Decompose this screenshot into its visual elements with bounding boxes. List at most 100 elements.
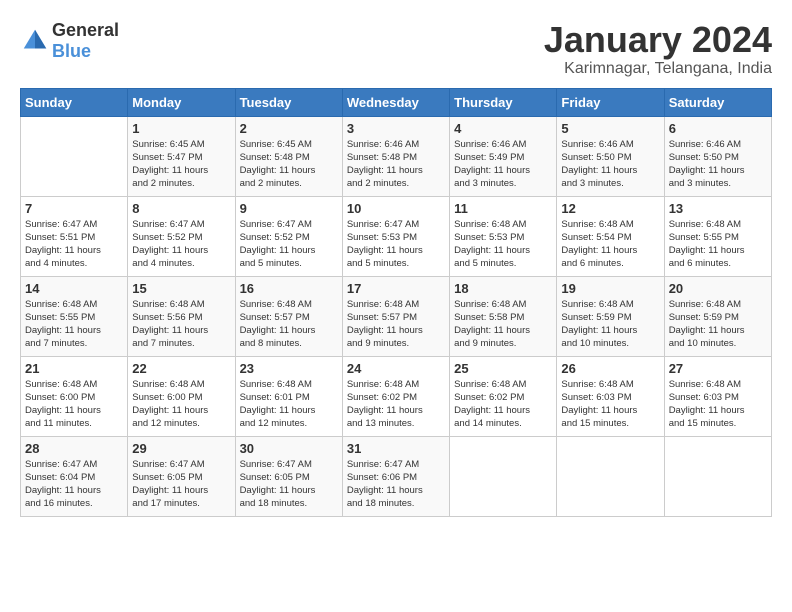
calendar-cell <box>450 436 557 516</box>
day-info: Sunrise: 6:48 AM Sunset: 5:55 PM Dayligh… <box>25 298 123 351</box>
day-number: 12 <box>561 201 659 216</box>
week-row-3: 14 Sunrise: 6:48 AM Sunset: 5:55 PM Dayli… <box>21 276 772 356</box>
day-number: 31 <box>347 441 445 456</box>
calendar-cell: 22 Sunrise: 6:48 AM Sunset: 6:00 PM Dayli… <box>128 356 235 436</box>
day-header-friday: Friday <box>557 88 664 116</box>
calendar-cell: 14 Sunrise: 6:48 AM Sunset: 5:55 PM Dayli… <box>21 276 128 356</box>
day-header-tuesday: Tuesday <box>235 88 342 116</box>
day-info: Sunrise: 6:45 AM Sunset: 5:47 PM Dayligh… <box>132 138 230 191</box>
day-info: Sunrise: 6:46 AM Sunset: 5:49 PM Dayligh… <box>454 138 552 191</box>
day-number: 19 <box>561 281 659 296</box>
calendar-cell: 25 Sunrise: 6:48 AM Sunset: 6:02 PM Dayli… <box>450 356 557 436</box>
day-header-sunday: Sunday <box>21 88 128 116</box>
title-section: January 2024 Karimnagar, Telangana, Indi… <box>544 20 772 78</box>
day-info: Sunrise: 6:48 AM Sunset: 5:59 PM Dayligh… <box>669 298 767 351</box>
day-info: Sunrise: 6:45 AM Sunset: 5:48 PM Dayligh… <box>240 138 338 191</box>
calendar-cell: 6Sunrise: 6:46 AM Sunset: 5:50 PM Daylig… <box>664 116 771 196</box>
day-number: 11 <box>454 201 552 216</box>
day-number: 20 <box>669 281 767 296</box>
calendar-cell <box>557 436 664 516</box>
calendar-cell: 4 Sunrise: 6:46 AM Sunset: 5:49 PM Daylig… <box>450 116 557 196</box>
calendar-cell: 1Sunrise: 6:45 AM Sunset: 5:47 PM Daylig… <box>128 116 235 196</box>
calendar-cell <box>664 436 771 516</box>
day-header-saturday: Saturday <box>664 88 771 116</box>
day-number: 15 <box>132 281 230 296</box>
calendar-cell: 15 Sunrise: 6:48 AM Sunset: 5:56 PM Dayli… <box>128 276 235 356</box>
calendar-cell: 24 Sunrise: 6:48 AM Sunset: 6:02 PM Dayli… <box>342 356 449 436</box>
day-number: 30 <box>240 441 338 456</box>
day-header-thursday: Thursday <box>450 88 557 116</box>
calendar-cell: 20 Sunrise: 6:48 AM Sunset: 5:59 PM Dayli… <box>664 276 771 356</box>
calendar-cell: 3 Sunrise: 6:46 AM Sunset: 5:48 PM Daylig… <box>342 116 449 196</box>
day-info: Sunrise: 6:46 AM Sunset: 5:50 PM Dayligh… <box>669 138 767 191</box>
day-number: 10 <box>347 201 445 216</box>
day-info: Sunrise: 6:47 AM Sunset: 5:51 PM Dayligh… <box>25 218 123 271</box>
day-info: Sunrise: 6:48 AM Sunset: 5:56 PM Dayligh… <box>132 298 230 351</box>
day-number: 24 <box>347 361 445 376</box>
day-number: 16 <box>240 281 338 296</box>
day-info: Sunrise: 6:47 AM Sunset: 6:04 PM Dayligh… <box>25 458 123 511</box>
day-number: 21 <box>25 361 123 376</box>
day-number: 26 <box>561 361 659 376</box>
day-number: 7 <box>25 201 123 216</box>
calendar-cell: 21 Sunrise: 6:48 AM Sunset: 6:00 PM Dayli… <box>21 356 128 436</box>
day-info: Sunrise: 6:48 AM Sunset: 6:00 PM Dayligh… <box>132 378 230 431</box>
day-number: 13 <box>669 201 767 216</box>
day-info: Sunrise: 6:48 AM Sunset: 5:57 PM Dayligh… <box>240 298 338 351</box>
day-number: 17 <box>347 281 445 296</box>
calendar-cell: 8 Sunrise: 6:47 AM Sunset: 5:52 PM Daylig… <box>128 196 235 276</box>
day-info: Sunrise: 6:48 AM Sunset: 5:53 PM Dayligh… <box>454 218 552 271</box>
calendar-cell: 5 Sunrise: 6:46 AM Sunset: 5:50 PM Daylig… <box>557 116 664 196</box>
calendar-table: SundayMondayTuesdayWednesdayThursdayFrid… <box>20 88 772 517</box>
day-number: 22 <box>132 361 230 376</box>
day-info: Sunrise: 6:48 AM Sunset: 6:02 PM Dayligh… <box>347 378 445 431</box>
calendar-cell: 30 Sunrise: 6:47 AM Sunset: 6:05 PM Dayli… <box>235 436 342 516</box>
calendar-cell: 26 Sunrise: 6:48 AM Sunset: 6:03 PM Dayli… <box>557 356 664 436</box>
day-number: 9 <box>240 201 338 216</box>
logo-general: General <box>52 20 119 40</box>
logo-icon <box>20 26 50 56</box>
day-number: 8 <box>132 201 230 216</box>
day-info: Sunrise: 6:48 AM Sunset: 6:01 PM Dayligh… <box>240 378 338 431</box>
calendar-cell: 9 Sunrise: 6:47 AM Sunset: 5:52 PM Daylig… <box>235 196 342 276</box>
calendar-cell: 27 Sunrise: 6:48 AM Sunset: 6:03 PM Dayli… <box>664 356 771 436</box>
day-info: Sunrise: 6:48 AM Sunset: 5:58 PM Dayligh… <box>454 298 552 351</box>
calendar-cell: 2Sunrise: 6:45 AM Sunset: 5:48 PM Daylig… <box>235 116 342 196</box>
week-row-2: 7 Sunrise: 6:47 AM Sunset: 5:51 PM Daylig… <box>21 196 772 276</box>
day-info: Sunrise: 6:48 AM Sunset: 6:00 PM Dayligh… <box>25 378 123 431</box>
location-title: Karimnagar, Telangana, India <box>544 60 772 78</box>
logo-blue: Blue <box>52 41 91 61</box>
day-info: Sunrise: 6:48 AM Sunset: 6:02 PM Dayligh… <box>454 378 552 431</box>
calendar-cell: 23 Sunrise: 6:48 AM Sunset: 6:01 PM Dayli… <box>235 356 342 436</box>
day-number: 29 <box>132 441 230 456</box>
day-number: 27 <box>669 361 767 376</box>
day-number: 3 <box>347 121 445 136</box>
day-info: Sunrise: 6:48 AM Sunset: 6:03 PM Dayligh… <box>561 378 659 431</box>
day-number: 14 <box>25 281 123 296</box>
day-number: 4 <box>454 121 552 136</box>
header-row: SundayMondayTuesdayWednesdayThursdayFrid… <box>21 88 772 116</box>
calendar-cell: 11 Sunrise: 6:48 AM Sunset: 5:53 PM Dayli… <box>450 196 557 276</box>
day-info: Sunrise: 6:48 AM Sunset: 6:03 PM Dayligh… <box>669 378 767 431</box>
day-info: Sunrise: 6:48 AM Sunset: 5:54 PM Dayligh… <box>561 218 659 271</box>
day-info: Sunrise: 6:46 AM Sunset: 5:48 PM Dayligh… <box>347 138 445 191</box>
calendar-cell: 19 Sunrise: 6:48 AM Sunset: 5:59 PM Dayli… <box>557 276 664 356</box>
day-info: Sunrise: 6:47 AM Sunset: 5:53 PM Dayligh… <box>347 218 445 271</box>
calendar-cell: 29Sunrise: 6:47 AM Sunset: 6:05 PM Dayli… <box>128 436 235 516</box>
day-info: Sunrise: 6:48 AM Sunset: 5:55 PM Dayligh… <box>669 218 767 271</box>
day-info: Sunrise: 6:47 AM Sunset: 6:05 PM Dayligh… <box>240 458 338 511</box>
day-info: Sunrise: 6:46 AM Sunset: 5:50 PM Dayligh… <box>561 138 659 191</box>
day-header-monday: Monday <box>128 88 235 116</box>
day-info: Sunrise: 6:48 AM Sunset: 5:57 PM Dayligh… <box>347 298 445 351</box>
day-number: 5 <box>561 121 659 136</box>
calendar-cell: 18 Sunrise: 6:48 AM Sunset: 5:58 PM Dayli… <box>450 276 557 356</box>
day-info: Sunrise: 6:47 AM Sunset: 6:06 PM Dayligh… <box>347 458 445 511</box>
calendar-cell: 12 Sunrise: 6:48 AM Sunset: 5:54 PM Dayli… <box>557 196 664 276</box>
day-info: Sunrise: 6:47 AM Sunset: 5:52 PM Dayligh… <box>132 218 230 271</box>
day-info: Sunrise: 6:48 AM Sunset: 5:59 PM Dayligh… <box>561 298 659 351</box>
day-number: 18 <box>454 281 552 296</box>
day-number: 25 <box>454 361 552 376</box>
day-number: 23 <box>240 361 338 376</box>
day-info: Sunrise: 6:47 AM Sunset: 5:52 PM Dayligh… <box>240 218 338 271</box>
calendar-cell: 17 Sunrise: 6:48 AM Sunset: 5:57 PM Dayli… <box>342 276 449 356</box>
